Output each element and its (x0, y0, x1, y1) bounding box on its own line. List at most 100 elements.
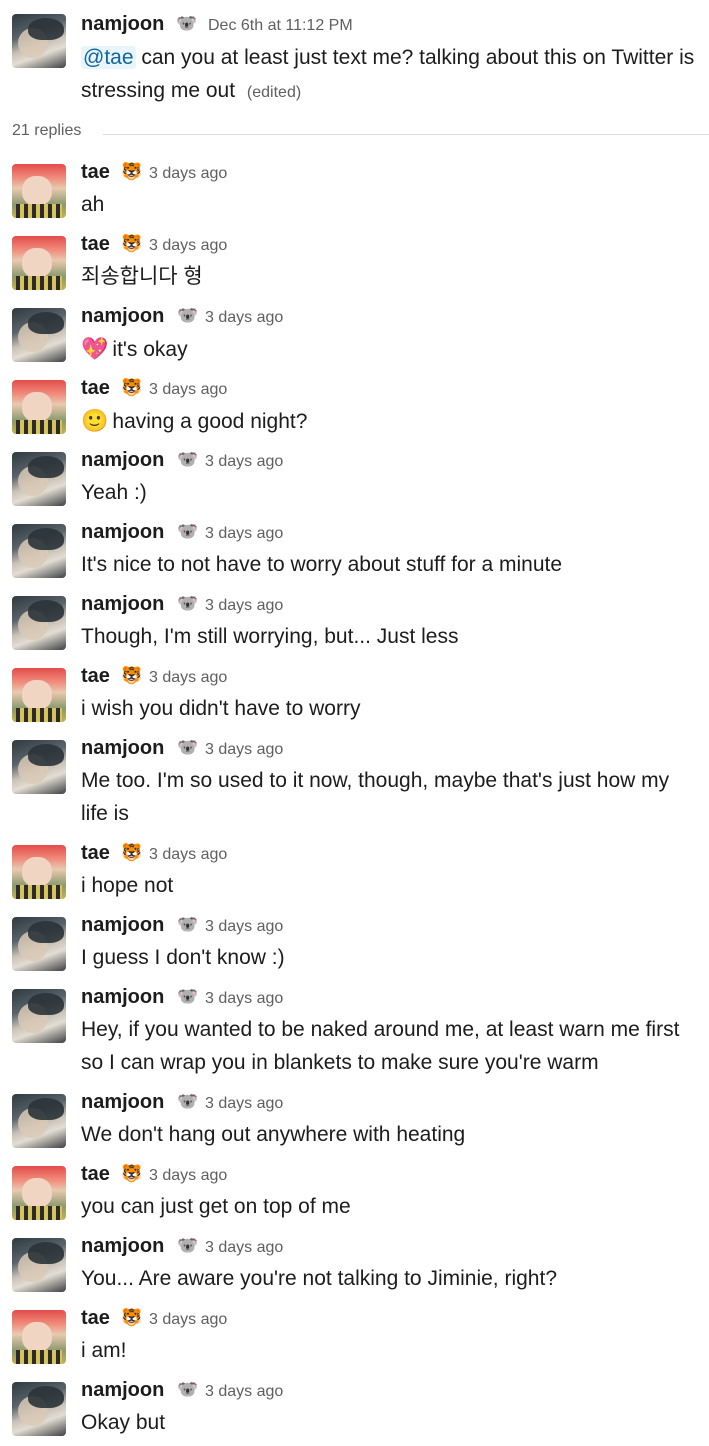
author-name[interactable]: tae (81, 1163, 110, 1186)
message-text: We don't hang out anywhere with heating (81, 1118, 696, 1151)
avatar[interactable] (12, 845, 66, 899)
avatar[interactable] (12, 1310, 66, 1364)
author-name[interactable]: namjoon (81, 914, 164, 937)
edited-label: (edited) (246, 84, 302, 101)
author-name[interactable]: namjoon (81, 593, 164, 616)
message-body: i hope not (81, 874, 174, 897)
koala-icon: 🐨 (177, 1092, 199, 1111)
timestamp[interactable]: 3 days ago (149, 165, 227, 183)
avatar[interactable] (12, 164, 66, 218)
timestamp[interactable]: 3 days ago (205, 918, 283, 936)
message-text: I guess I don't know :) (81, 941, 696, 974)
message-text: 💖 it's okay (81, 332, 696, 366)
koala-icon: 🐨 (177, 594, 199, 613)
timestamp[interactable]: 3 days ago (149, 1167, 227, 1185)
tiger-icon: 🐯 (121, 378, 143, 397)
avatar[interactable] (12, 1166, 66, 1220)
timestamp[interactable]: 3 days ago (205, 1239, 283, 1257)
message-body: We don't hang out anywhere with heating (81, 1123, 466, 1146)
avatar[interactable] (12, 1382, 66, 1436)
avatar[interactable] (12, 596, 66, 650)
author-name[interactable]: tae (81, 377, 110, 400)
author-name[interactable]: namjoon (81, 13, 164, 36)
author-name[interactable]: namjoon (81, 1379, 164, 1402)
avatar[interactable] (12, 1094, 66, 1148)
author-name[interactable]: namjoon (81, 737, 164, 760)
avatar[interactable] (12, 308, 66, 362)
author-name[interactable]: namjoon (81, 1091, 164, 1114)
replies-count: 21 replies (12, 122, 82, 139)
timestamp[interactable]: 3 days ago (205, 1095, 283, 1113)
avatar[interactable] (12, 524, 66, 578)
timestamp[interactable]: 3 days ago (149, 846, 227, 864)
tiger-icon: 🐯 (121, 1164, 143, 1183)
timestamp[interactable]: Dec 6th at 11:12 PM (208, 17, 353, 35)
author-name[interactable]: tae (81, 161, 110, 184)
sparkling-heart-icon: 💖 (81, 336, 109, 361)
tiger-icon: 🐯 (121, 234, 143, 253)
message-body: I guess I don't know :) (81, 946, 285, 969)
message-text: ah (81, 188, 696, 221)
timestamp[interactable]: 3 days ago (205, 1383, 283, 1401)
avatar[interactable] (12, 380, 66, 434)
parent-message: namjoon 🐨 Dec 6th at 11:12 PM @tae can y… (0, 0, 709, 115)
message-text: Okay but (81, 1406, 696, 1439)
avatar[interactable] (12, 1238, 66, 1292)
divider (103, 134, 709, 135)
message-text: 🙂 having a good night? (81, 404, 696, 438)
timestamp[interactable]: 3 days ago (149, 237, 227, 255)
tiger-icon: 🐯 (121, 666, 143, 685)
avatar[interactable] (12, 452, 66, 506)
message-body: 죄송합니다 형 (81, 265, 203, 288)
timestamp[interactable]: 3 days ago (149, 381, 227, 399)
message-body: you can just get on top of me (81, 1195, 351, 1218)
koala-icon: 🐨 (177, 1236, 199, 1255)
user-mention[interactable]: @tae (81, 46, 136, 69)
timestamp[interactable]: 3 days ago (205, 453, 283, 471)
timestamp[interactable]: 3 days ago (205, 309, 283, 327)
message-body: You... Are aware you're not talking to J… (81, 1267, 557, 1290)
koala-icon: 🐨 (176, 14, 198, 33)
message-body: Okay but (81, 1411, 166, 1434)
author-name[interactable]: namjoon (81, 449, 164, 472)
message-text: you can just get on top of me (81, 1190, 696, 1223)
author-name[interactable]: namjoon (81, 521, 164, 544)
timestamp[interactable]: 3 days ago (205, 741, 283, 759)
timestamp[interactable]: 3 days ago (149, 1311, 227, 1329)
author-name[interactable]: namjoon (81, 1235, 164, 1258)
message-text: @tae can you at least just text me? talk… (81, 41, 696, 109)
tiger-icon: 🐯 (121, 1308, 143, 1327)
timestamp[interactable]: 3 days ago (205, 990, 283, 1008)
message-body: Me too. I'm so used to it now, though, m… (81, 769, 670, 825)
author-name[interactable]: namjoon (81, 305, 164, 328)
message-body: It's nice to not have to worry about stu… (81, 553, 563, 576)
avatar[interactable] (12, 989, 66, 1043)
avatar[interactable] (12, 14, 66, 68)
author-name[interactable]: tae (81, 842, 110, 865)
message-body: Though, I'm still worrying, but... Just … (81, 625, 459, 648)
timestamp[interactable]: 3 days ago (149, 669, 227, 687)
message-text: Yeah :) (81, 476, 696, 509)
tiger-icon: 🐯 (121, 843, 143, 862)
avatar[interactable] (12, 236, 66, 290)
koala-icon: 🐨 (177, 738, 199, 757)
message-text: Me too. I'm so used to it now, though, m… (81, 764, 696, 830)
message-text: i hope not (81, 869, 696, 902)
message-text: i wish you didn't have to worry (81, 692, 696, 725)
avatar[interactable] (12, 668, 66, 722)
koala-icon: 🐨 (177, 450, 199, 469)
author-name[interactable]: tae (81, 665, 110, 688)
message-text: You... Are aware you're not talking to J… (81, 1262, 696, 1295)
timestamp[interactable]: 3 days ago (205, 597, 283, 615)
author-name[interactable]: namjoon (81, 986, 164, 1009)
message-text: Hey, if you wanted to be naked around me… (81, 1013, 696, 1079)
author-name[interactable]: tae (81, 1307, 110, 1330)
message-body: i am! (81, 1339, 127, 1362)
avatar[interactable] (12, 740, 66, 794)
koala-icon: 🐨 (177, 1380, 199, 1399)
message-body: ah (81, 193, 105, 216)
avatar[interactable] (12, 917, 66, 971)
author-name[interactable]: tae (81, 233, 110, 256)
timestamp[interactable]: 3 days ago (205, 525, 283, 543)
tiger-icon: 🐯 (121, 162, 143, 181)
